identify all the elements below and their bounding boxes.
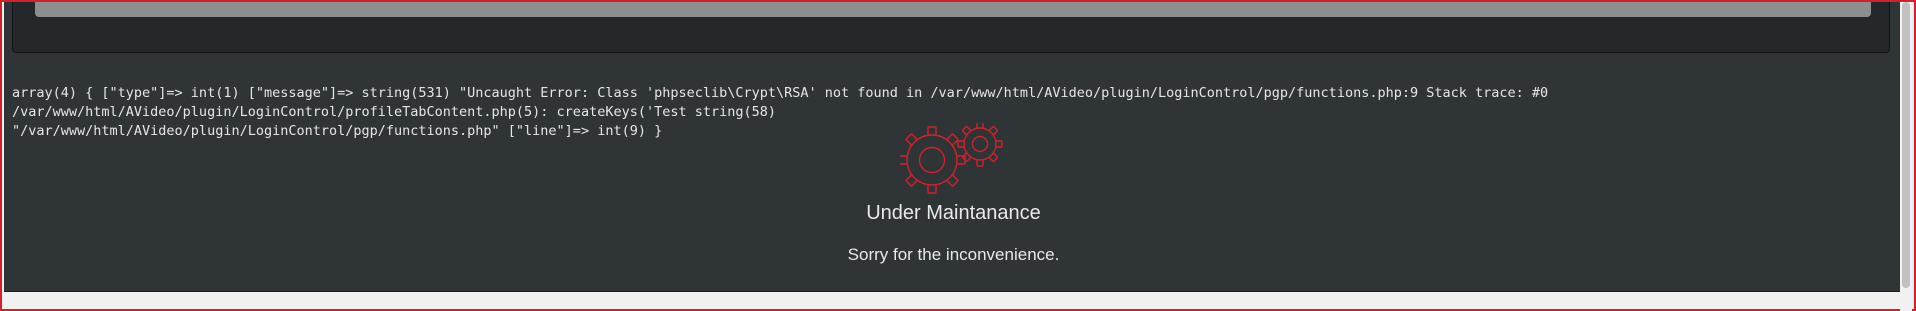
maintenance-panel: array(4) { ["type"]=> int(1) ["message"]…: [4, 2, 1904, 292]
gears-icon: [900, 123, 1003, 194]
small-gear-icon: [957, 123, 1003, 167]
scrollbar-thumb[interactable]: [1902, 2, 1910, 288]
top-container: [12, 2, 1890, 53]
large-gear-icon: [900, 126, 966, 194]
maintenance-subtitle: Sorry for the inconvenience.: [847, 245, 1060, 264]
top-bar: [35, 2, 1871, 17]
window-frame: array(4) { ["type"]=> int(1) ["message"]…: [0, 0, 1916, 311]
maintenance-title: Under Maintanance: [866, 202, 1041, 224]
